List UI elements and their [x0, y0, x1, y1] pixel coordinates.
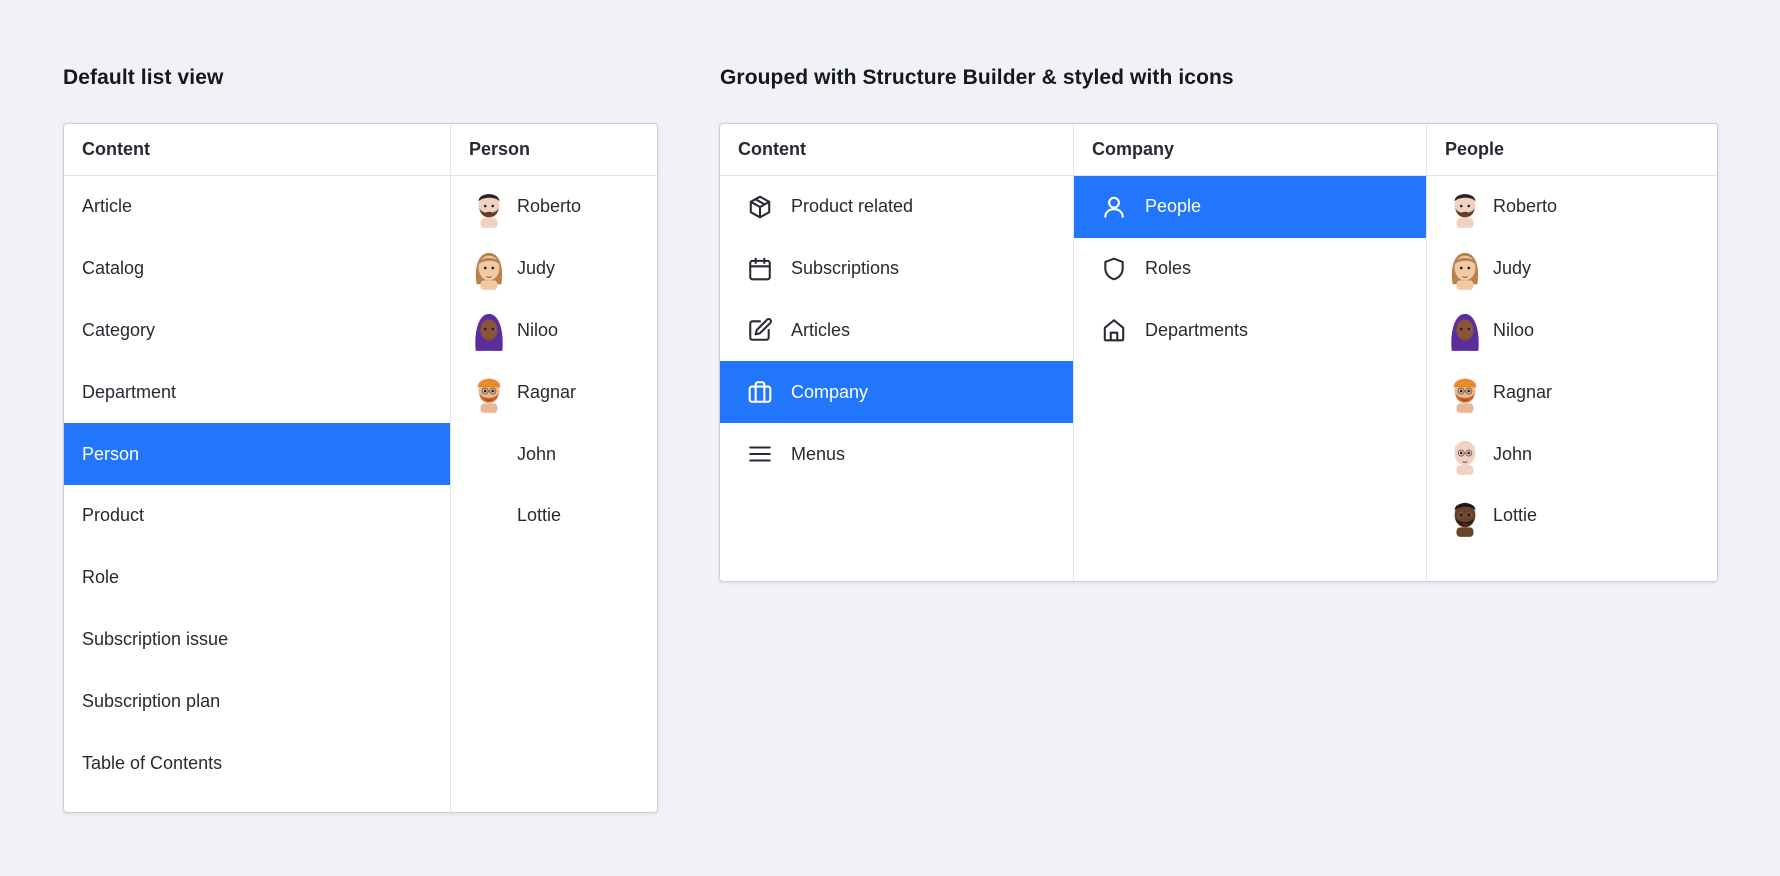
list-item-category[interactable]: Category — [64, 300, 450, 362]
list-item-catalog[interactable]: Catalog — [64, 238, 450, 300]
list-item-subscription-issue[interactable]: Subscription issue — [64, 609, 450, 671]
list-item-label: Subscriptions — [791, 258, 900, 279]
person-item-lottie[interactable]: Lottie — [451, 485, 657, 547]
list-item-subscription-plan[interactable]: Subscription plan — [64, 670, 450, 732]
list-item-table-of-contents[interactable]: Table of Contents — [64, 732, 450, 794]
person-item-niloo[interactable]: Niloo — [1427, 300, 1717, 362]
person-item-john[interactable]: John — [451, 423, 657, 485]
list-item-label: Company — [791, 381, 869, 402]
grouped-panel: Content Product related Subscriptions Arti… — [719, 123, 1718, 582]
list-item-label: Menus — [791, 443, 846, 464]
roberto-avatar — [1445, 185, 1485, 229]
list-item-product-related[interactable]: Product related — [720, 176, 1073, 238]
john-avatar — [1445, 432, 1485, 476]
person-name: John — [517, 443, 557, 464]
list-item-menus[interactable]: Menus — [720, 423, 1073, 485]
people-list: Roberto Judy Niloo Ragnar John Lottie — [1427, 176, 1717, 581]
list-item-label: Product — [82, 505, 145, 526]
menu-icon — [746, 440, 774, 468]
content-list: Article Catalog Category Department Person Pr… — [64, 176, 450, 812]
people-pane: People Roberto Judy Niloo Ragnar John Lottie — [1426, 124, 1717, 581]
person-item-roberto[interactable]: Roberto — [1427, 176, 1717, 238]
lottie-avatar — [1445, 494, 1485, 538]
list-item-label: Catalog — [82, 258, 145, 279]
people-pane-header: People — [1427, 124, 1717, 176]
person-name: John — [1493, 443, 1533, 464]
list-item-label: Table of Contents — [82, 752, 223, 773]
list-item-roles[interactable]: Roles — [1074, 238, 1426, 300]
grouped-content-list: Product related Subscriptions Articles Comp… — [720, 176, 1073, 581]
list-item-subscriptions[interactable]: Subscriptions — [720, 238, 1073, 300]
person-item-judy[interactable]: Judy — [1427, 238, 1717, 300]
calendar-icon — [746, 255, 774, 283]
person-name: Ragnar — [1493, 381, 1553, 402]
person-item-john[interactable]: John — [1427, 423, 1717, 485]
person-item-niloo[interactable]: Niloo — [451, 300, 657, 362]
niloo-avatar — [1445, 308, 1485, 352]
list-item-article[interactable]: Article — [64, 176, 450, 238]
grouped-content-pane: Content Product related Subscriptions Arti… — [720, 124, 1073, 581]
company-pane-header: Company — [1074, 124, 1426, 176]
list-item-articles[interactable]: Articles — [720, 300, 1073, 362]
list-item-label: Role — [82, 567, 120, 588]
ragnar-avatar — [469, 370, 509, 414]
list-item-label: Department — [82, 381, 177, 402]
list-item-role[interactable]: Role — [64, 547, 450, 609]
person-item-judy[interactable]: Judy — [451, 238, 657, 300]
list-item-label: People — [1145, 196, 1202, 217]
person-pane: Person Roberto Judy Niloo Ragnar John Lottie — [450, 124, 657, 812]
default-list-panel: Content Article Catalog Category Department… — [63, 123, 658, 813]
judy-avatar — [1445, 247, 1485, 291]
person-name: Ragnar — [517, 381, 577, 402]
default-list-view-title: Default list view — [63, 66, 224, 89]
person-name: Roberto — [517, 196, 582, 217]
edit-icon — [746, 316, 774, 344]
list-item-label: Article — [82, 196, 133, 217]
list-item-people[interactable]: People — [1074, 176, 1426, 238]
grouped-view-title: Grouped with Structure Builder & styled … — [720, 66, 1234, 89]
person-item-roberto[interactable]: Roberto — [451, 176, 657, 238]
home-icon — [1100, 316, 1128, 344]
person-item-ragnar[interactable]: Ragnar — [1427, 361, 1717, 423]
niloo-avatar — [469, 308, 509, 352]
list-item-department[interactable]: Department — [64, 361, 450, 423]
person-item-ragnar[interactable]: Ragnar — [451, 361, 657, 423]
list-item-label: Articles — [791, 319, 851, 340]
list-item-product[interactable]: Product — [64, 485, 450, 547]
list-item-label: Product related — [791, 196, 914, 217]
grouped-content-pane-header: Content — [720, 124, 1073, 176]
judy-avatar — [469, 247, 509, 291]
company-list: People Roles Departments — [1074, 176, 1426, 581]
person-name: Judy — [1493, 258, 1532, 279]
content-pane-header: Content — [64, 124, 450, 176]
company-pane: Company People Roles Departments — [1073, 124, 1426, 581]
briefcase-icon — [746, 378, 774, 406]
list-item-label: Person — [82, 443, 140, 464]
package-icon — [746, 193, 774, 221]
user-icon — [1100, 193, 1128, 221]
person-name: Niloo — [517, 319, 559, 340]
shield-icon — [1100, 255, 1128, 283]
content-pane: Content Article Catalog Category Department… — [64, 124, 450, 812]
person-name: Niloo — [1493, 319, 1535, 340]
person-name: Lottie — [1493, 505, 1538, 526]
list-item-company[interactable]: Company — [720, 361, 1073, 424]
person-name: Judy — [517, 258, 556, 279]
person-name: Lottie — [517, 505, 562, 526]
list-item-label: Roles — [1145, 258, 1192, 279]
person-pane-header: Person — [451, 124, 657, 176]
list-item-label: Subscription issue — [82, 628, 229, 649]
person-item-lottie[interactable]: Lottie — [1427, 485, 1717, 547]
list-item-label: Departments — [1145, 319, 1249, 340]
list-item-person[interactable]: Person — [64, 423, 450, 485]
person-list: Roberto Judy Niloo Ragnar John Lottie — [451, 176, 657, 812]
list-item-departments[interactable]: Departments — [1074, 300, 1426, 362]
roberto-avatar — [469, 185, 509, 229]
list-item-label: Subscription plan — [82, 690, 221, 711]
person-name: Roberto — [1493, 196, 1558, 217]
list-item-label: Category — [82, 319, 156, 340]
ragnar-avatar — [1445, 370, 1485, 414]
